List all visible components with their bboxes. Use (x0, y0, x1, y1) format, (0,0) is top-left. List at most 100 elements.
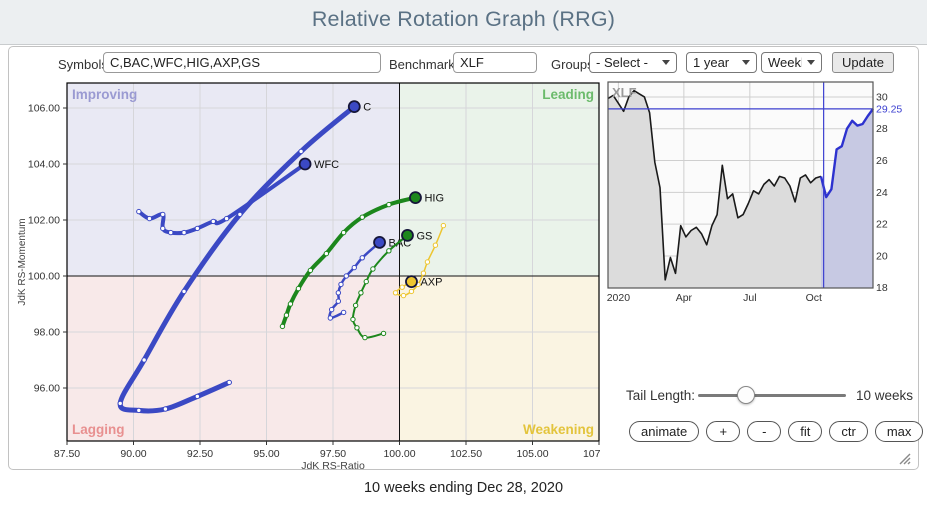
trail-dot (163, 407, 167, 411)
benchmark-chart-svg: XLF3028262422201829.252020AprJulOct (602, 80, 920, 308)
rrg-head-HIG[interactable] (410, 192, 421, 203)
quadrant-label-improving: Improving (72, 87, 137, 102)
x-tick-label: 97.50 (320, 448, 346, 460)
trail-dot (288, 302, 292, 306)
y-tick-label: 96.00 (34, 382, 60, 394)
frequency-select[interactable]: Weekly (761, 52, 822, 73)
trail-dot (147, 216, 151, 220)
xlf-date-label: Jul (743, 292, 756, 304)
trail-dot (355, 326, 359, 330)
update-button[interactable]: Update (832, 52, 894, 73)
main-panel: Symbols: Benchmark: Groups: - Select - 1… (8, 46, 919, 470)
trail-dot (137, 408, 141, 412)
period-select[interactable]: 1 year (686, 52, 757, 73)
trail-dot (400, 285, 404, 289)
xlf-date-label: Apr (676, 292, 693, 304)
xlf-symbol-label: XLF (612, 85, 637, 100)
xlf-date-label: Oct (806, 292, 822, 304)
zoom-out-button[interactable]: - (747, 421, 781, 442)
x-axis-title: JdK RS-Ratio (301, 460, 365, 469)
y-tick-label: 100.00 (28, 270, 60, 282)
trail-dot (336, 299, 340, 303)
trail-dot (341, 230, 345, 234)
trail-dot (387, 202, 391, 206)
trail-dot (328, 316, 332, 320)
groups-select[interactable]: - Select - (589, 52, 677, 73)
rrg-head-C[interactable] (349, 101, 360, 112)
trail-dot (169, 230, 173, 234)
last-price-label: 29.25 (876, 103, 902, 115)
ticker-label-AXP: AXP (420, 277, 442, 289)
trail-dot (336, 291, 340, 295)
trail-dot (441, 223, 445, 227)
benchmark-input[interactable] (453, 52, 537, 73)
trail-dot (387, 249, 391, 253)
period-select-value: 1 year (693, 55, 737, 70)
tail-length-slider-handle[interactable] (737, 386, 755, 404)
max-button[interactable]: max (875, 421, 924, 442)
footer-caption: 10 weeks ending Dec 28, 2020 (0, 480, 927, 496)
y-tick-label: 106.00 (28, 103, 60, 115)
y-tick-label: 98.00 (34, 326, 60, 338)
xlf-y-tick-label: 30 (876, 91, 888, 103)
trail-dot (137, 209, 141, 213)
trail-dot (324, 251, 328, 255)
trail-dot (353, 303, 357, 307)
trail-dot (433, 243, 437, 247)
trail-dot (227, 380, 231, 384)
trail-dot (118, 401, 122, 405)
quadrant-label-weakening: Weakening (523, 422, 594, 437)
trail-dot (393, 291, 397, 295)
zoom-in-button[interactable]: + (706, 421, 740, 442)
rrg-head-WFC[interactable] (300, 159, 311, 170)
rrg-head-GS[interactable] (402, 230, 413, 241)
y-axis-title: JdK RS-Momentum (17, 218, 28, 305)
xlf-y-tick-label: 20 (876, 250, 888, 262)
xlf-y-tick-label: 28 (876, 123, 888, 135)
chevron-down-icon (662, 60, 670, 65)
trail-dot (352, 265, 356, 269)
fit-button[interactable]: fit (788, 421, 822, 442)
benchmark-label: Benchmark: (389, 57, 458, 72)
animate-button[interactable]: animate (629, 421, 699, 442)
trail-dot (341, 310, 345, 314)
rrg-head-BAC[interactable] (374, 237, 385, 248)
tail-length-slider-track[interactable] (698, 394, 846, 397)
trail-dot (182, 289, 186, 293)
resize-grip-icon[interactable] (897, 451, 911, 465)
frequency-select-value: Weekly (768, 55, 802, 70)
x-tick-label: 105.00 (516, 448, 548, 460)
xlf-date-label: 2020 (607, 292, 631, 304)
chart-controls: animate + - fit ctr max (629, 421, 923, 442)
trail-dot (401, 293, 405, 297)
trail-dot (211, 219, 215, 223)
rrg-app: Relative Rotation Graph (RRG) Symbols: B… (0, 0, 927, 509)
trail-dot (182, 230, 186, 234)
trail-dot (161, 226, 165, 230)
x-tick-label: 90.00 (120, 448, 146, 460)
xlf-y-tick-label: 24 (876, 187, 888, 199)
trail-dot (344, 274, 348, 278)
trail-dot (195, 226, 199, 230)
xlf-y-tick-label: 18 (876, 282, 888, 294)
quadrant-label-leading: Leading (542, 87, 594, 102)
trail-dot (409, 289, 413, 293)
trail-dot (142, 358, 146, 362)
trail-dot (381, 331, 385, 335)
rrg-head-AXP[interactable] (406, 276, 417, 287)
trail-dot (425, 260, 429, 264)
rrg-chart: ImprovingLeadingLaggingWeakeningCWFCBACH… (13, 79, 601, 474)
chevron-down-icon (807, 60, 815, 65)
trail-dot (371, 267, 375, 271)
xlf-y-tick-label: 22 (876, 219, 888, 231)
y-tick-label: 104.00 (28, 159, 60, 171)
x-tick-label: 107.50 (583, 448, 601, 460)
quadrant-leading (400, 83, 600, 276)
trail-dot (329, 307, 333, 311)
page-title: Relative Rotation Graph (RRG) (0, 0, 927, 32)
trail-dot (360, 256, 364, 260)
center-button[interactable]: ctr (829, 421, 867, 442)
trail-dot (308, 268, 312, 272)
ticker-label-C: C (363, 102, 371, 114)
symbols-input[interactable] (103, 52, 381, 73)
